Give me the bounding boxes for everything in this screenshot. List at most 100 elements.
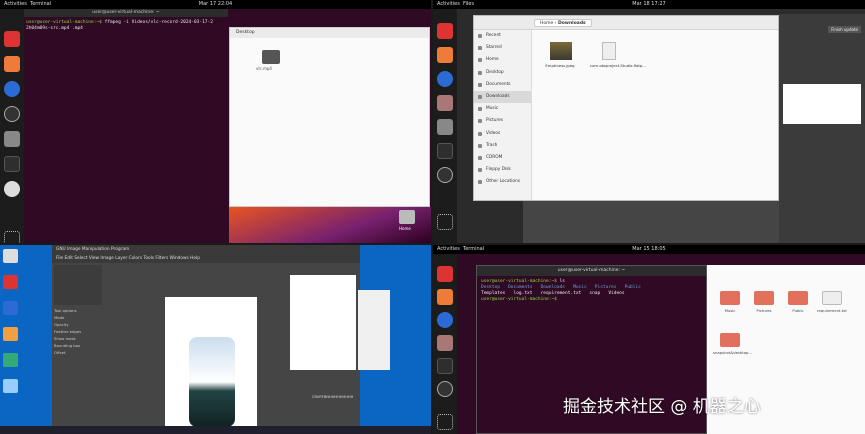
apps-grid-icon[interactable] [437,414,453,430]
app-icon[interactable] [3,379,18,393]
tool-option[interactable]: Bounding box [54,342,102,349]
gimp-icon[interactable] [437,335,453,351]
tool-options: Tool options Mode Opacity Feather edges Show… [54,307,102,356]
command-cont: 2h04m09s-src.mp4 .mp4 [26,26,83,31]
sidebar-item-desktop[interactable]: Desktop [474,67,531,79]
recycle-bin-icon[interactable] [3,249,18,263]
folder-label: requirement.txt [817,308,847,313]
terminal-icon[interactable] [437,143,453,159]
prompt: user@user-virtual-machine:~$ [26,20,102,25]
sidebar-item-music[interactable]: Music [474,103,531,115]
path-bar[interactable]: Home › Downloads [534,19,592,27]
sidebar-item-home[interactable]: Home [474,54,531,66]
sidebar-item-documents[interactable]: Documents [474,79,531,91]
path-current[interactable]: Downloads [558,21,586,26]
sidebar-item-floppy-disk[interactable]: Floppy Disk [474,164,531,176]
files-icon[interactable] [437,289,453,305]
files-window: Home › Downloads Recent Starred Home Deskto… [473,15,779,201]
terminal-title: user@user-virtual-machine: ~ [477,266,706,276]
gimp-title: GNU Image Manipulation Program [52,245,360,254]
chrome-icon[interactable] [437,266,453,282]
help-icon[interactable] [437,71,453,87]
home-label: Home [399,226,411,231]
image-canvas[interactable] [165,297,257,434]
file-label: vlc.mp4 [256,66,272,71]
chrome-icon[interactable] [4,31,20,47]
file-name: com.obsproject.Studio.flatp... [590,63,646,68]
terminal-icon[interactable] [437,358,453,374]
clock[interactable]: Mar 15 18:05 [433,245,865,254]
folder-icon[interactable] [788,291,808,305]
top-right-screen: Activities Files Mar 18 17:27 Finish upd… [433,0,865,243]
terminal-output[interactable]: user@user-virtual-machine:~$ ffmpeg -i V… [26,20,226,32]
dock [433,9,457,243]
tool-option[interactable]: Opacity [54,321,102,328]
gimp-icon[interactable] [437,95,453,111]
folder-icon[interactable] [754,291,774,305]
folder-label: Pictures [756,308,772,313]
folder-icon[interactable] [822,291,842,305]
sidebar-item-cdrom[interactable]: CDROM [474,152,531,164]
path-home[interactable]: Home [540,21,553,26]
home-folder-icon[interactable] [399,210,415,224]
sidebar-item-pictures[interactable]: Pictures [474,115,531,127]
document-icon[interactable] [602,42,616,60]
folder-icon[interactable] [720,333,740,347]
tool-option[interactable]: Mode [54,314,102,321]
files-sidebar: Recent Starred Home Desktop Documents Downloa… [474,30,532,200]
screen-grid: Activities Terminal Mar 17 22:04 user@us… [0,0,865,434]
files-header: Home › Downloads [474,16,778,30]
tool-option[interactable]: Feather edges [54,328,102,335]
terminal-output[interactable]: user@user-virtual-machine:~$ ls Desktop … [477,276,706,306]
apps-grid-icon[interactable] [437,214,453,230]
top-left-screen: Activities Terminal Mar 17 22:04 user@us… [0,0,431,243]
app-icon[interactable] [3,353,18,367]
window-title: Desktop [230,28,429,38]
layer-name[interactable]: CRVRFBNHHHHHHHHH [312,395,353,399]
bottom-left-screen: GNU Image Manipulation Program File Edit… [0,245,431,434]
top-bar: Activities Terminal Mar 15 18:05 [433,245,865,254]
tool-option[interactable]: Offset [54,349,102,356]
toolbox[interactable] [54,265,102,305]
finish-update-button[interactable]: Finish update [828,26,861,33]
tool-option[interactable]: Tool options [54,307,102,314]
obs-icon[interactable] [437,167,453,183]
files-icon[interactable] [437,47,453,63]
image-thumbnail[interactable] [550,42,572,60]
brushes-panel[interactable] [290,275,356,370]
brushes-panel[interactable] [783,84,861,124]
settings-icon[interactable] [4,131,20,147]
apps-grid-icon[interactable] [4,231,20,243]
app-icon[interactable] [3,275,18,289]
terminal-icon[interactable] [4,156,20,172]
sidebar-item-trash[interactable]: Trash [474,140,531,152]
help-icon[interactable] [437,312,453,328]
files-icon[interactable] [4,56,20,72]
sidebar-item-downloads[interactable]: Downloads [474,90,531,104]
sidebar-item-starred[interactable]: Starred [474,42,531,54]
prompt: user@user-virtual-machine:~$ [481,297,557,302]
dvd-icon[interactable] [4,181,20,197]
obs-icon[interactable] [437,381,453,397]
sidebar-item-videos[interactable]: Videos [474,128,531,140]
video-file-icon[interactable] [262,50,280,64]
app-icon[interactable] [3,327,18,341]
clock[interactable]: Mar 18 17:27 [433,0,865,9]
app-icon[interactable] [3,301,18,315]
help-icon[interactable] [4,81,20,97]
sidebar-item-recent[interactable]: Recent [474,30,531,42]
folder-label: Music [724,308,736,313]
file-name: Emptiness.jpeg [545,63,575,68]
chrome-icon[interactable] [437,23,453,39]
hiker-photo [189,337,235,427]
command: ffmpeg -i Videos/vlc-record-2024-03-17-2 [101,20,213,25]
clock[interactable]: Mar 17 22:04 [0,0,431,9]
obs-icon[interactable] [4,106,20,122]
sidebar-item-other-locations[interactable]: Other Locations [474,176,531,188]
watermark: 掘金技术社区 @ 机器之心 [563,397,761,417]
settings-icon[interactable] [437,119,453,135]
top-bar: Activities Terminal Mar 17 22:04 [0,0,431,9]
tool-option[interactable]: Show mask [54,335,102,342]
folder-icon[interactable] [720,291,740,305]
gimp-canvas-area [523,201,779,243]
